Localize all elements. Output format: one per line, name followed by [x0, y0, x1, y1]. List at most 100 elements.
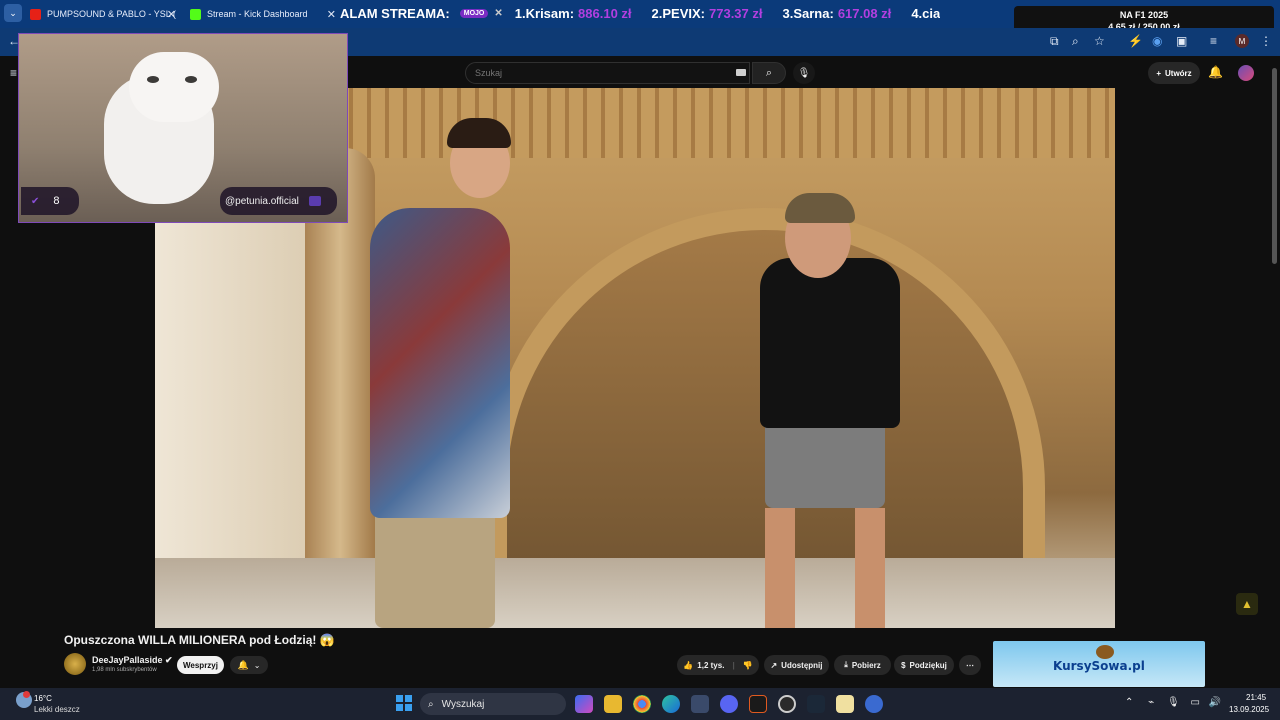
cat-eye: [147, 76, 159, 83]
edge-app-icon[interactable]: [662, 695, 680, 713]
create-button[interactable]: + Utwórz: [1148, 62, 1200, 84]
plus-icon: +: [1156, 68, 1161, 78]
super-thanks-icon: $: [901, 660, 906, 670]
microphone-icon[interactable]: 🎙: [1167, 697, 1180, 708]
thanks-button[interactable]: $ Podziękuj: [894, 655, 954, 675]
stream-app-icon[interactable]: [749, 695, 767, 713]
kick-favicon-icon: [190, 8, 201, 20]
tab-kick-dashboard[interactable]: Stream - Kick Dashboard ✕: [190, 2, 340, 26]
search-icon: ⌕: [765, 66, 773, 79]
copilot-app-icon[interactable]: [575, 695, 593, 713]
browser-profile-avatar[interactable]: M: [1235, 34, 1249, 48]
weather-description[interactable]: Lekki deszcz: [34, 705, 80, 714]
user-avatar[interactable]: [1238, 65, 1254, 81]
tab-close-icon[interactable]: ✕: [327, 8, 336, 21]
owl-logo-icon: [1096, 645, 1114, 659]
support-button[interactable]: Wesprzyj: [177, 656, 224, 674]
extension-icon[interactable]: ⚡: [1128, 34, 1143, 48]
create-label: Utwórz: [1165, 68, 1192, 78]
subscriber-count: 1,98 mln subskrybentów: [92, 667, 157, 673]
goal-title: NA F1 2025: [1119, 10, 1169, 20]
person-right-leg: [855, 508, 885, 628]
person-right-shirt: [760, 258, 900, 428]
person-right-leg: [765, 508, 795, 628]
network-icon[interactable]: ⌁: [1148, 697, 1154, 708]
tab-search-button[interactable]: ⌄: [4, 4, 22, 22]
share-label: Udostępnij: [781, 660, 823, 670]
display-icon[interactable]: ▭: [1190, 697, 1199, 708]
ticker-entry-label: 1.Krisam:: [514, 5, 575, 21]
search-box[interactable]: [465, 62, 750, 84]
taskbar-search[interactable]: ⌕ Wyszukaj: [420, 693, 566, 715]
app-icon[interactable]: [865, 695, 883, 713]
thanks-label: Podziękuj: [909, 660, 947, 670]
share-button[interactable]: ↗ Udostępnij: [764, 655, 829, 675]
zoom-icon[interactable]: ⌕: [1072, 34, 1079, 49]
donation-ticker: ALAM STREAMA: MOJO ✕ 1.Krisam: 886.10 zł…: [340, 0, 940, 26]
thumbs-up-icon[interactable]: 👍: [683, 661, 693, 670]
file-explorer-app-icon[interactable]: [604, 695, 622, 713]
ticker-heading: ALAM STREAMA:: [340, 5, 450, 21]
notes-app-icon[interactable]: [836, 695, 854, 713]
search-input[interactable]: [466, 63, 749, 83]
volume-icon[interactable]: 🔊: [1209, 697, 1221, 708]
ticker-entry-label: 2.PEVIX:: [651, 5, 705, 21]
taskbar-search-label: Wyszukaj: [441, 698, 485, 710]
like-count[interactable]: 1,2 tys.: [697, 661, 724, 670]
microphone-icon: 🎙: [797, 67, 811, 79]
chevron-up-icon[interactable]: ⌃: [1125, 697, 1133, 708]
obs-app-icon[interactable]: [778, 695, 796, 713]
video-frame-floor: [155, 558, 1115, 628]
divider: |: [732, 660, 735, 670]
extensions-puzzle-icon[interactable]: ▣: [1176, 34, 1187, 48]
channel-avatar[interactable]: [64, 653, 86, 675]
ticker-badge: MOJO: [459, 8, 489, 18]
download-label: Pobierz: [851, 660, 881, 670]
like-dislike-group: 👍 1,2 tys. | 👎: [677, 655, 759, 675]
search-button[interactable]: ⌕: [752, 62, 786, 84]
viewer-counter: ✔ 8: [21, 187, 79, 215]
tab-close-icon[interactable]: ✕: [167, 8, 176, 21]
clock-time[interactable]: 21:45: [1246, 693, 1266, 702]
cat-head: [129, 52, 219, 122]
person-left-hair: [447, 118, 511, 148]
bell-icon: 🔔: [237, 659, 249, 670]
store-app-icon[interactable]: [691, 695, 709, 713]
download-icon: ⤓: [844, 660, 848, 669]
keyboard-icon[interactable]: [736, 69, 746, 76]
tab-label: Stream - Kick Dashboard: [207, 9, 308, 19]
weather-alert-badge: [23, 691, 30, 698]
subscription-bell-button[interactable]: 🔔 ⌄: [230, 656, 268, 674]
extension-audio-icon[interactable]: ◉: [1152, 34, 1162, 48]
thumbs-down-icon[interactable]: 👎: [743, 661, 753, 670]
kick-logo-icon: [308, 196, 321, 206]
sidebar-ad-banner[interactable]: KursySowa.pl: [993, 641, 1205, 687]
hamburger-menu-icon[interactable]: ≡: [10, 66, 17, 80]
notifications-bell-icon[interactable]: 🔔: [1208, 65, 1223, 79]
clock-date[interactable]: 13.09.2025: [1229, 705, 1269, 714]
windows-start-button[interactable]: [396, 695, 412, 711]
ad-logo-text: KursySowa.pl: [1053, 659, 1145, 673]
cast-icon[interactable]: ⧉: [1050, 34, 1059, 49]
stream-cam-overlay: ✔ 8 @petunia.official: [18, 33, 348, 223]
discord-app-icon[interactable]: [720, 695, 738, 713]
download-button[interactable]: ⤓ Pobierz: [834, 655, 891, 675]
tab-label: PUMPSOUND & PABLO - YSL (: [47, 9, 176, 19]
browser-menu-icon[interactable]: ⋮: [1260, 34, 1272, 48]
cat-eye: [185, 76, 197, 83]
bookmark-star-icon[interactable]: ☆: [1094, 34, 1105, 48]
chrome-app-icon[interactable]: [633, 695, 651, 713]
viewer-count: 8: [53, 195, 60, 207]
channel-name[interactable]: DeeJayPallaside ✔: [92, 655, 173, 666]
ticker-entry-value: 773.37 zł: [709, 5, 763, 21]
system-tray[interactable]: ⌃ ⌁ 🎙 ▭ 🔊: [1125, 697, 1221, 708]
more-actions-button[interactable]: ⋯: [959, 655, 981, 675]
voice-search-button[interactable]: 🎙: [793, 62, 815, 84]
channel-watermark-icon[interactable]: ▲: [1236, 593, 1258, 615]
tab-youtube[interactable]: PUMPSOUND & PABLO - YSL ( ✕: [30, 2, 180, 26]
reading-list-icon[interactable]: ≡: [1210, 34, 1217, 48]
steam-app-icon[interactable]: [807, 695, 825, 713]
ticker-entry-label: 3.Sarna:: [782, 5, 834, 21]
scrollbar-thumb[interactable]: [1272, 68, 1277, 264]
weather-temperature[interactable]: 16°C: [34, 694, 52, 703]
